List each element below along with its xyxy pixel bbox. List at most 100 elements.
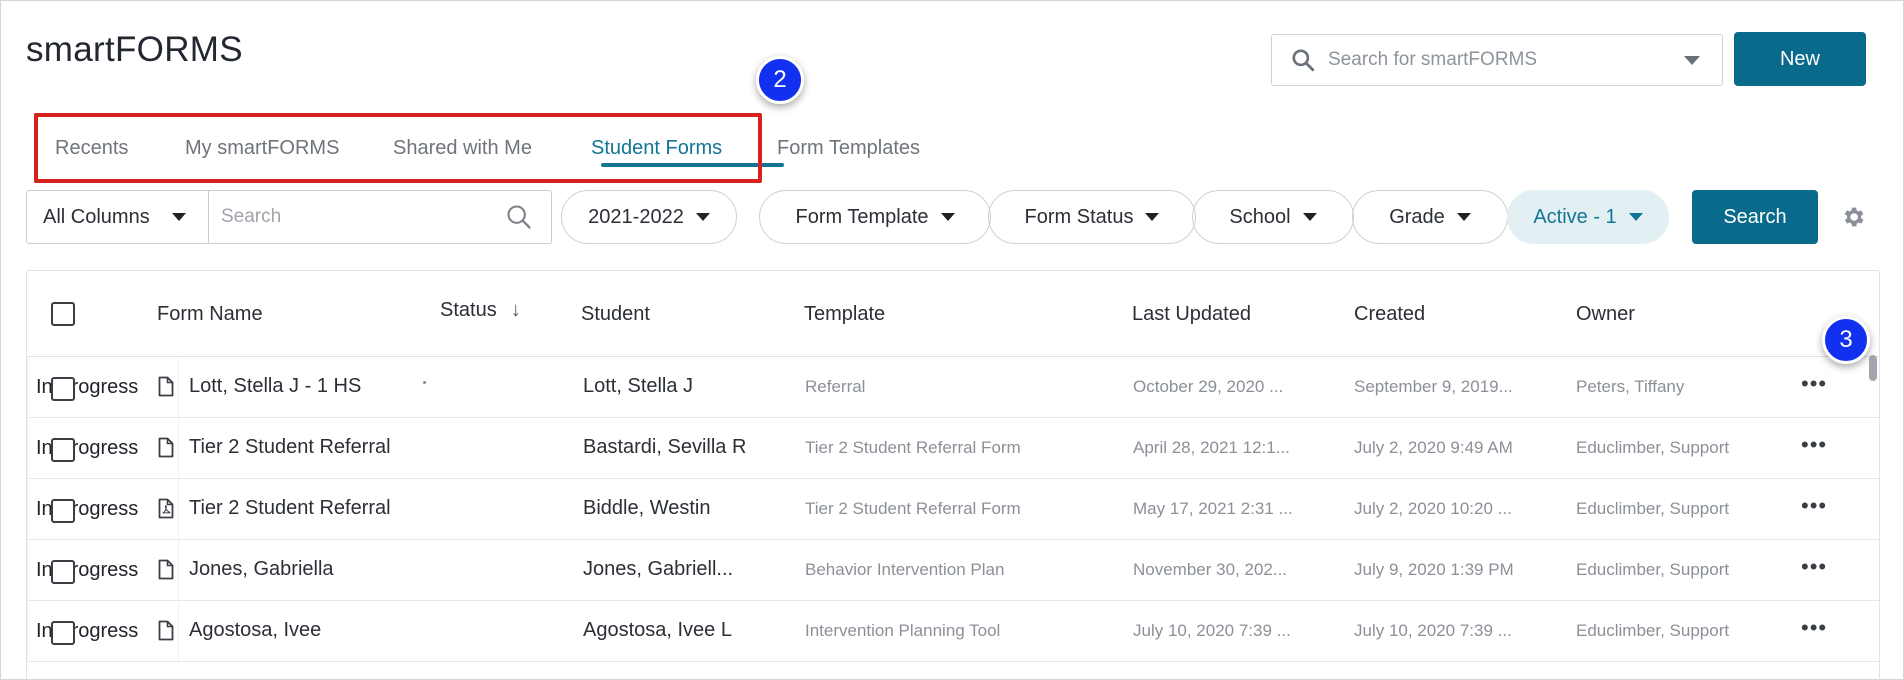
year-filter-label: 2021-2022 xyxy=(588,205,684,228)
column-header-status[interactable]: Status ↓ xyxy=(440,299,521,322)
last-updated: April 28, 2021 12:1... xyxy=(1133,438,1290,457)
column-header-form-name[interactable]: Form Name xyxy=(157,303,263,326)
column-header-created[interactable]: Created xyxy=(1354,303,1425,326)
created-date: July 2, 2020 9:49 AM xyxy=(1354,438,1513,457)
more-options-icon[interactable]: ••• xyxy=(1801,371,1827,397)
last-updated: July 10, 2020 7:39 ... xyxy=(1133,621,1291,640)
active-filter[interactable]: Active - 1 xyxy=(1507,190,1669,244)
school-filter[interactable]: School xyxy=(1192,190,1354,244)
chevron-down-icon xyxy=(1145,213,1160,221)
created-date: July 10, 2020 7:39 ... xyxy=(1354,621,1512,640)
table-search-placeholder: Search xyxy=(221,206,282,227)
row-checkbox[interactable] xyxy=(51,499,75,523)
select-all-checkbox[interactable] xyxy=(51,302,75,326)
table-row[interactable]: Jones, Gabriella In Progress Jones, Gabr… xyxy=(27,540,1879,601)
table-row[interactable]: Agostosa, Ivee In Progress Agostosa, Ive… xyxy=(27,601,1879,662)
document-icon xyxy=(158,620,174,641)
column-header-status-label: Status xyxy=(440,299,497,321)
status-cell: In Progress xyxy=(27,357,179,418)
chevron-down-icon xyxy=(1628,213,1643,221)
form-name[interactable]: Tier 2 Student Referral xyxy=(189,497,391,520)
table-search-input[interactable]: Search xyxy=(209,191,551,243)
column-header-template[interactable]: Template xyxy=(804,303,885,326)
chevron-down-icon xyxy=(695,213,710,221)
more-options-icon[interactable]: ••• xyxy=(1801,432,1827,458)
form-status-filter[interactable]: Form Status xyxy=(988,190,1196,244)
row-checkbox[interactable] xyxy=(51,621,75,645)
pdf-file-icon xyxy=(158,498,174,519)
form-name[interactable]: Tier 2 Student Referral xyxy=(189,436,391,459)
document-icon xyxy=(158,437,174,458)
template-name: Tier 2 Student Referral Form xyxy=(805,499,1021,518)
table-row[interactable]: Tier 2 Student Referral In Progress Bast… xyxy=(27,418,1879,479)
row-checkbox[interactable] xyxy=(51,377,75,401)
document-icon xyxy=(158,376,174,397)
table-row[interactable]: Lott, Stella J - 1 HS In Progress Lott, … xyxy=(27,357,1879,418)
column-header-student[interactable]: Student xyxy=(581,303,650,326)
template-name: Intervention Planning Tool xyxy=(805,621,1001,640)
document-icon xyxy=(158,559,174,580)
global-search-placeholder: Search for smartFORMS xyxy=(1328,49,1538,70)
student-name: Agostosa, Ivee L xyxy=(583,619,732,641)
status-cell: In Progress xyxy=(27,601,179,662)
column-select[interactable]: All Columns xyxy=(27,191,209,243)
search-icon[interactable] xyxy=(505,203,533,231)
more-options-icon[interactable]: ••• xyxy=(1801,554,1827,580)
arrow-down-icon: ↓ xyxy=(510,299,521,321)
active-filter-label: Active - 1 xyxy=(1533,205,1617,228)
last-updated: October 29, 2020 ... xyxy=(1133,377,1284,396)
created-date: July 9, 2020 1:39 PM xyxy=(1354,560,1514,579)
year-filter[interactable]: 2021-2022 xyxy=(561,190,737,244)
new-button[interactable]: New xyxy=(1734,32,1866,86)
chevron-down-icon xyxy=(1302,213,1317,221)
last-updated: May 17, 2021 2:31 ... xyxy=(1133,499,1293,518)
truncation-mark xyxy=(423,381,426,384)
row-checkbox[interactable] xyxy=(51,438,75,462)
global-search-input[interactable]: Search for smartFORMS xyxy=(1271,34,1723,86)
column-select-label: All Columns xyxy=(43,205,150,228)
column-header-last-updated[interactable]: Last Updated xyxy=(1132,303,1251,326)
student-name: Jones, Gabriell... xyxy=(583,558,734,580)
status-cell: In Progress xyxy=(27,418,179,479)
form-template-filter[interactable]: Form Template xyxy=(759,190,991,244)
owner-name: Peters, Tiffany xyxy=(1576,377,1685,396)
table-row[interactable]: Tier 2 Student Referral In Progress Bidd… xyxy=(27,479,1879,540)
template-name: Tier 2 Student Referral Form xyxy=(805,438,1021,457)
student-name: Lott, Stella J xyxy=(583,375,694,397)
created-date: July 2, 2020 10:20 ... xyxy=(1354,499,1512,518)
app-title: smartFORMS xyxy=(26,30,243,69)
last-updated: November 30, 202... xyxy=(1133,560,1288,579)
callout-badge-3: 3 xyxy=(1822,316,1870,364)
owner-name: Educlimber, Support xyxy=(1576,438,1730,457)
student-name: Biddle, Westin xyxy=(583,497,711,519)
owner-name: Educlimber, Support xyxy=(1576,499,1730,518)
column-header-owner[interactable]: Owner xyxy=(1576,303,1635,326)
chevron-down-icon xyxy=(1456,213,1471,221)
chevron-down-icon xyxy=(171,213,186,221)
school-filter-label: School xyxy=(1229,205,1291,228)
table-scrollbar[interactable] xyxy=(1869,355,1877,381)
tabs-highlight-box xyxy=(34,113,762,183)
student-name: Bastardi, Sevilla R xyxy=(583,436,747,458)
grade-filter-label: Grade xyxy=(1389,205,1445,228)
tab-form-templates[interactable]: Form Templates xyxy=(777,137,920,160)
more-options-icon[interactable]: ••• xyxy=(1801,615,1827,641)
gear-icon[interactable] xyxy=(1840,204,1866,230)
row-checkbox[interactable] xyxy=(51,560,75,584)
form-name[interactable]: Agostosa, Ivee xyxy=(189,619,321,642)
chevron-down-icon xyxy=(940,213,955,221)
form-name[interactable]: Lott, Stella J - 1 HS xyxy=(189,375,361,398)
form-status-filter-label: Form Status xyxy=(1024,205,1134,228)
status-cell: In Progress xyxy=(27,540,179,601)
form-name[interactable]: Jones, Gabriella xyxy=(189,558,334,581)
forms-table: Form Name Status ↓ Student Template Last … xyxy=(26,270,1880,680)
created-date: September 9, 2019... xyxy=(1354,377,1513,396)
search-button[interactable]: Search xyxy=(1692,190,1818,244)
search-icon xyxy=(1292,49,1315,72)
more-options-icon[interactable]: ••• xyxy=(1801,493,1827,519)
table-header: Form Name Status ↓ Student Template Last … xyxy=(27,271,1879,357)
chevron-down-icon[interactable] xyxy=(1684,55,1700,65)
grade-filter[interactable]: Grade xyxy=(1352,190,1508,244)
owner-name: Educlimber, Support xyxy=(1576,621,1730,640)
status-cell: In Progress xyxy=(27,479,179,540)
